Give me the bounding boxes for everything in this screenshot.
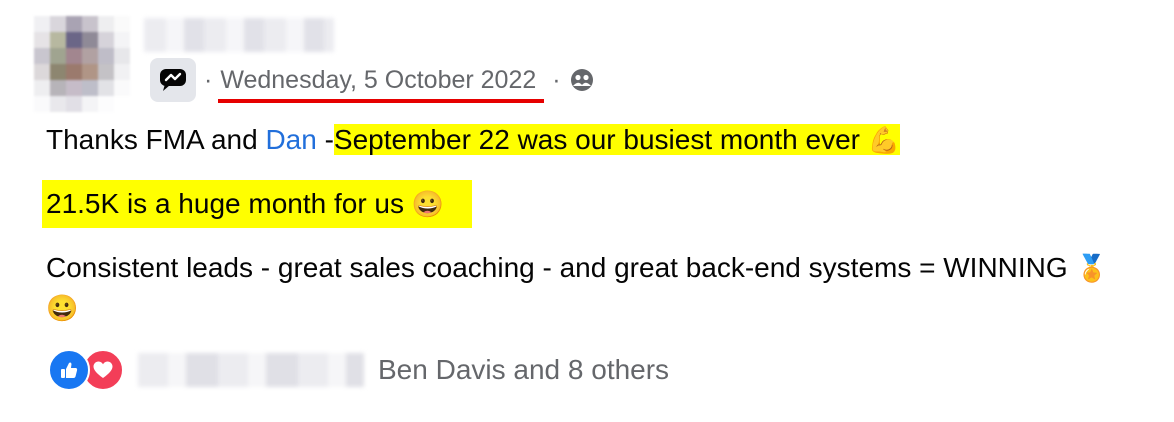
post-text-segment: - [316, 124, 334, 155]
thumbs-up-icon [48, 349, 90, 391]
highlight-text-segment: 21.5K is a huge month for us [46, 188, 412, 219]
post-date: Wednesday, 5 October 2022 [220, 65, 537, 94]
grinning-face-emoji: 😀 [411, 189, 445, 219]
meta-separator: · [552, 65, 561, 94]
group-chat-icon[interactable] [150, 58, 196, 102]
post-text-segment: Thanks FMA and [46, 124, 266, 155]
post-line-1: Thanks FMA and Dan -September 22 was our… [46, 120, 1146, 160]
avatar[interactable] [34, 16, 130, 112]
red-underline-annotation [218, 98, 545, 103]
reaction-summary[interactable]: Ben Davis and 8 others [378, 354, 669, 386]
post-date-link[interactable]: Wednesday, 5 October 2022 [218, 65, 545, 103]
reactions-bar[interactable]: Ben Davis and 8 others [48, 348, 669, 392]
highlight-text-segment: September 22 was our busiest month ever [333, 124, 868, 155]
post-text-segment: Consistent leads - great sales coaching … [46, 252, 1076, 283]
highlighted-text: September 22 was our busiest month ever … [333, 124, 901, 155]
post-meta: · Wednesday, 5 October 2022 · [150, 58, 595, 103]
flexed-biceps-emoji: 💪 [867, 125, 901, 155]
grinning-face-emoji: 😀 [46, 293, 79, 323]
post-body: Thanks FMA and Dan -September 22 was our… [42, 120, 1146, 328]
post-line-3: Consistent leads - great sales coaching … [46, 248, 1126, 328]
members-audience-icon[interactable] [569, 68, 595, 92]
meta-separator: · [204, 65, 213, 94]
medal-emoji: 🏅 [1075, 253, 1108, 283]
reactor-names-redacted [138, 353, 364, 387]
mention-link[interactable]: Dan [265, 124, 316, 155]
author-name-redacted[interactable] [144, 18, 334, 52]
highlighted-text: 21.5K is a huge month for us 😀 [42, 180, 473, 228]
post-line-2: 21.5K is a huge month for us 😀 [42, 180, 1146, 228]
